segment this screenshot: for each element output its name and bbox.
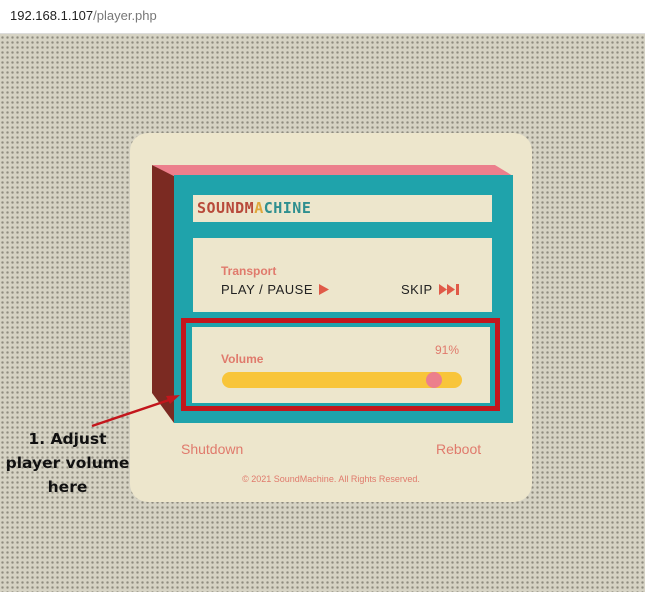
transport-label: Transport xyxy=(221,264,277,278)
annotation-line: here xyxy=(47,478,88,496)
annotation-line: player volume xyxy=(5,454,130,472)
brand-logo-part: CHINE xyxy=(263,199,312,217)
url-path: /player.php xyxy=(93,8,157,23)
skip-forward-icon xyxy=(438,284,459,295)
play-triangle-icon xyxy=(319,284,329,295)
shutdown-link[interactable]: Shutdown xyxy=(181,441,243,457)
skip-button[interactable]: SKIP xyxy=(401,282,461,297)
url-host: 192.168.1.107 xyxy=(10,8,94,23)
play-pause-label: PLAY / PAUSE xyxy=(221,282,313,297)
reboot-link[interactable]: Reboot xyxy=(436,441,481,457)
play-pause-button[interactable]: PLAY / PAUSE xyxy=(221,282,329,297)
annotation-line: 1. Adjust xyxy=(28,430,107,448)
brand-logo-part: A xyxy=(254,199,264,217)
copyright-text: © 2021 SoundMachine. All Rights Reserved… xyxy=(242,474,420,484)
annotation-text: 1. Adjust player volume here xyxy=(0,427,135,499)
brand-panel: SOUNDMACHINE xyxy=(193,195,492,222)
device-side-face xyxy=(152,165,174,423)
annotation-highlight-box xyxy=(181,318,500,411)
brand-logo: SOUNDMACHINE xyxy=(197,199,311,217)
skip-label: SKIP xyxy=(401,282,433,297)
brand-logo-part: SOUNDM xyxy=(197,199,255,217)
transport-panel: Transport PLAY / PAUSE SKIP xyxy=(193,238,492,312)
address-bar[interactable]: 192.168.1.107/player.php xyxy=(0,0,645,34)
